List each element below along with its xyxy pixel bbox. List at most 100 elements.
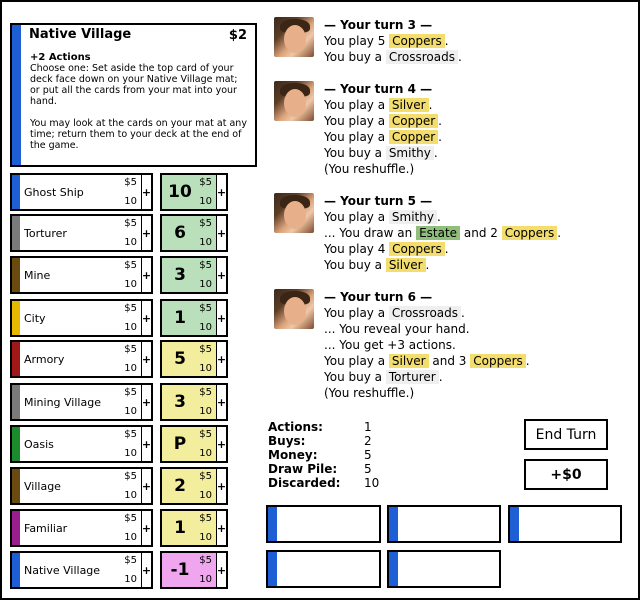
log-line: You play a Smithy. [324, 210, 441, 224]
card-chip-silver: Silver [388, 354, 429, 368]
add-pile-button[interactable]: + [216, 342, 226, 376]
stat-discarded: Discarded: 10 [268, 476, 380, 490]
hand-slot[interactable] [387, 505, 501, 543]
add-pile-button[interactable]: + [216, 553, 226, 587]
card-name: Mining Village [24, 396, 101, 409]
turn-header: — Your turn 3 — [324, 18, 433, 32]
supply-card-armory[interactable]: Armory $5 10 + [10, 340, 153, 378]
add-card-button[interactable]: + [141, 469, 151, 503]
add-pile-button[interactable]: + [216, 301, 226, 335]
add-pile-button[interactable]: + [216, 385, 226, 419]
card-name: Ghost Ship [24, 186, 84, 199]
card-chip-smithy: Smithy [385, 146, 434, 160]
card-chip-coppers: Coppers [470, 354, 526, 368]
pile-armory[interactable]: 5 $5 10 + [160, 340, 228, 378]
add-pile-button[interactable]: + [216, 216, 226, 250]
supply-card-mining-village[interactable]: Mining Village $5 10 + [10, 383, 153, 421]
pile-subcount: 10 [199, 406, 212, 417]
supply-card-native-village[interactable]: Native Village $5 10 + [10, 551, 153, 589]
card-type-stripe [12, 511, 20, 545]
stat-buys: Buys: 2 [268, 434, 372, 448]
pile-subcount: 10 [199, 237, 212, 248]
card-cost: $5 [124, 303, 137, 314]
card-count: 10 [124, 406, 137, 417]
add-pile-button[interactable]: + [216, 469, 226, 503]
add-card-button[interactable]: + [141, 258, 151, 292]
pile-count: 3 [174, 265, 186, 285]
supply-card-torturer[interactable]: Torturer $5 10 + [10, 214, 153, 252]
supply-card-oasis[interactable]: Oasis $5 10 + [10, 425, 153, 463]
pile-cost: $5 [199, 387, 212, 398]
card-chip-crossroads: Crossroads [385, 50, 458, 64]
pile-mine[interactable]: 3 $5 10 + [160, 256, 228, 294]
pile-village[interactable]: 2 $5 10 + [160, 467, 228, 505]
add-pile-button[interactable]: + [216, 258, 226, 292]
pile-subcount: 10 [199, 279, 212, 290]
pile-oasis[interactable]: P $5 10 + [160, 425, 228, 463]
add-card-button[interactable]: + [141, 553, 151, 587]
pile-cost: $5 [199, 471, 212, 482]
pile-mining-village[interactable]: 3 $5 10 + [160, 383, 228, 421]
pile-torturer[interactable]: 6 $5 10 + [160, 214, 228, 252]
money-button[interactable]: +$0 [524, 459, 608, 490]
card-chip-coppers: Coppers [389, 242, 445, 256]
card-detail-text: +2 Actions Choose one: Set aside the top… [30, 52, 249, 162]
log-line: ... You get +3 actions. [324, 338, 456, 352]
card-type-stripe [12, 216, 20, 250]
hand-slot[interactable] [266, 505, 381, 543]
card-chip-silver: Silver [388, 98, 429, 112]
log-line: You play a Crossroads. [324, 306, 465, 320]
add-pile-button[interactable]: + [216, 175, 226, 209]
card-type-stripe [12, 258, 20, 292]
log-line: You play 5 Coppers. [324, 34, 449, 48]
add-card-button[interactable]: + [141, 175, 151, 209]
card-cost: $5 [124, 555, 137, 566]
card-detail-cost: $2 [228, 28, 247, 43]
hand-slot[interactable] [508, 505, 622, 543]
supply-card-village[interactable]: Village $5 10 + [10, 467, 153, 505]
pile-familiar[interactable]: 1 $5 10 + [160, 509, 228, 547]
card-chip-silver: Silver [385, 258, 426, 272]
add-pile-button[interactable]: + [216, 427, 226, 461]
hand-slot[interactable] [387, 550, 501, 588]
add-card-button[interactable]: + [141, 216, 151, 250]
end-turn-button[interactable]: End Turn [524, 419, 608, 450]
add-card-button[interactable]: + [141, 427, 151, 461]
pile-ghost-ship[interactable]: 10 $5 10 + [160, 173, 228, 211]
supply-card-city[interactable]: City $5 10 + [10, 299, 153, 337]
pile-cost: $5 [199, 344, 212, 355]
log-line: You buy a Torturer. [324, 370, 443, 384]
pile-cost: $5 [199, 218, 212, 229]
player-avatar [274, 289, 314, 329]
add-card-button[interactable]: + [141, 385, 151, 419]
pile-native-village[interactable]: -1 $5 10 + [160, 551, 228, 589]
pile-subcount: 10 [199, 322, 212, 333]
hand-slot[interactable] [266, 550, 381, 588]
add-card-button[interactable]: + [141, 342, 151, 376]
pile-cost: $5 [199, 177, 212, 188]
add-card-button[interactable]: + [141, 301, 151, 335]
card-count: 10 [124, 490, 137, 501]
pile-count: -1 [170, 560, 190, 580]
pile-subcount: 10 [199, 532, 212, 543]
supply-card-ghost-ship[interactable]: Ghost Ship $5 10 + [10, 173, 153, 211]
add-pile-button[interactable]: + [216, 511, 226, 545]
card-type-stripe [12, 25, 21, 165]
supply-card-familiar[interactable]: Familiar $5 10 + [10, 509, 153, 547]
pile-count: 1 [174, 308, 186, 328]
pile-count: 10 [168, 182, 192, 202]
pile-subcount: 10 [199, 490, 212, 501]
pile-city[interactable]: 1 $5 10 + [160, 299, 228, 337]
pile-subcount: 10 [199, 448, 212, 459]
card-chip-torturer: Torturer [385, 370, 439, 384]
card-cost: $5 [124, 429, 137, 440]
pile-subcount: 10 [199, 363, 212, 374]
add-card-button[interactable]: + [141, 511, 151, 545]
supply-card-mine[interactable]: Mine $5 10 + [10, 256, 153, 294]
card-chip-estate: Estate [416, 226, 461, 240]
card-chip-copper: Copper [388, 130, 439, 144]
log-line: ... You draw an Estate and 2 Coppers. [324, 226, 562, 240]
turn-header: — Your turn 5 — [324, 194, 433, 208]
player-stats: Actions: 1 Buys: 2 Money: 5 Draw Pile: 5 Dis… [268, 420, 379, 490]
card-detail-name: Native Village [29, 27, 132, 42]
